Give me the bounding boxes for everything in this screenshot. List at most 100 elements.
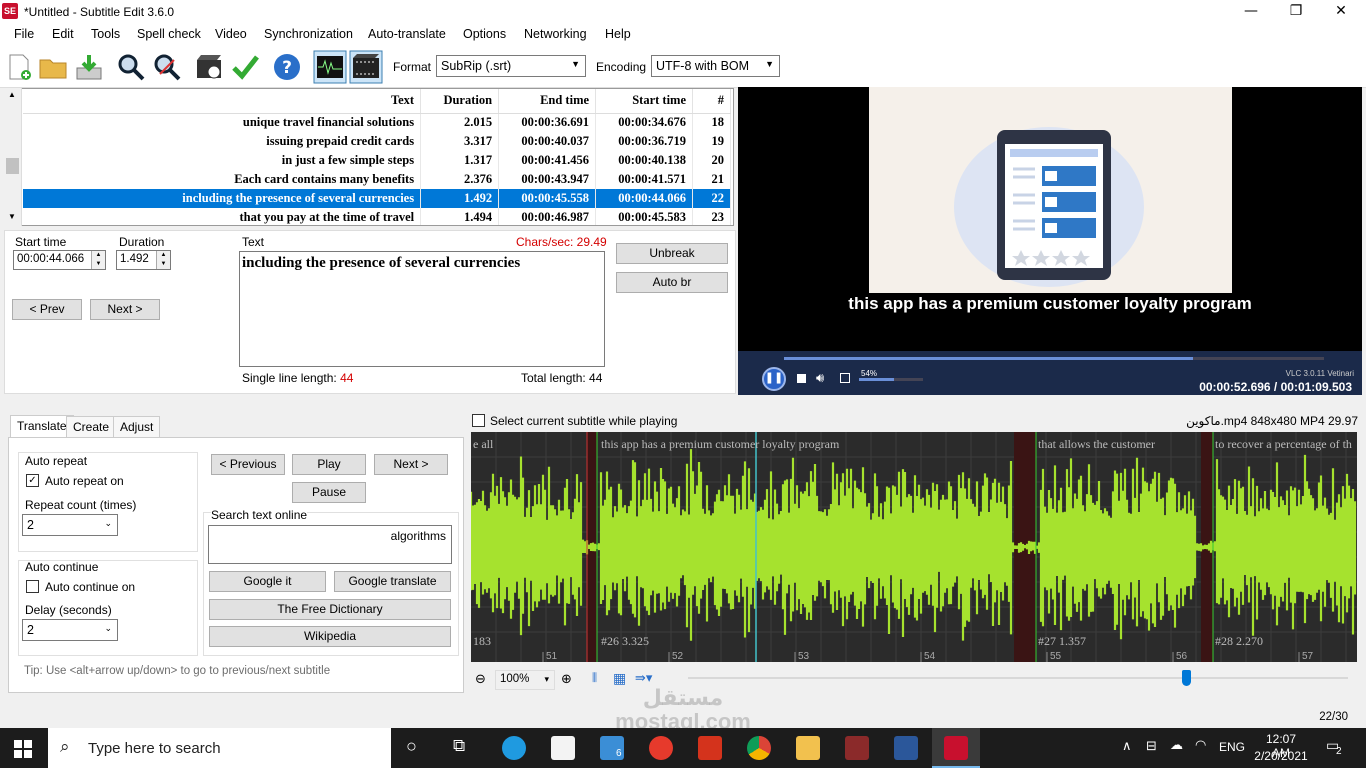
- minimize-button[interactable]: —: [1228, 0, 1274, 24]
- scroll-down-icon[interactable]: ▼: [8, 212, 16, 221]
- auto-continue-checkbox[interactable]: [26, 580, 39, 593]
- menu-file[interactable]: File: [14, 27, 34, 41]
- network-adapter-icon[interactable]: ⊟: [1146, 738, 1157, 754]
- download-icon[interactable]: [74, 52, 104, 82]
- previous-button[interactable]: < Previous: [211, 454, 285, 475]
- cortana-icon[interactable]: ○: [406, 736, 417, 757]
- pause-icon[interactable]: ❚❚: [762, 367, 786, 391]
- volume-icon[interactable]: 🔊︎: [816, 370, 824, 386]
- tab-translate[interactable]: Translate: [10, 415, 74, 438]
- menu-spell-check[interactable]: Spell check: [137, 27, 201, 41]
- onedrive-cloud-icon[interactable]: ☁: [1170, 737, 1183, 753]
- menu-help[interactable]: Help: [605, 27, 631, 41]
- task-view-icon[interactable]: ⧉: [453, 736, 465, 756]
- list-scrollbar[interactable]: ▲ ▼: [4, 88, 22, 226]
- unbreak-button[interactable]: Unbreak: [616, 243, 728, 264]
- tab-adjust[interactable]: Adjust: [113, 416, 161, 438]
- header-number[interactable]: #: [692, 89, 731, 114]
- header-text[interactable]: Text: [23, 89, 422, 114]
- menu-auto-translate[interactable]: Auto-translate: [368, 27, 446, 41]
- format-select[interactable]: SubRip (.srt) ▼: [436, 55, 586, 77]
- auto-repeat-checkbox[interactable]: ✓: [26, 474, 39, 487]
- free-dictionary-button[interactable]: The Free Dictionary: [209, 599, 451, 620]
- menu-synchronization[interactable]: Synchronization: [264, 27, 353, 41]
- winrar-icon[interactable]: [845, 736, 869, 760]
- next-button[interactable]: Next >: [90, 299, 160, 320]
- menu-tools[interactable]: Tools: [91, 27, 120, 41]
- clock-date[interactable]: 2/20/2021: [1252, 749, 1310, 763]
- waveform-panel[interactable]: e all this app has a premium customer lo…: [471, 432, 1357, 662]
- vertical-zoom-icon[interactable]: ⫼: [592, 672, 597, 685]
- visual-sync-icon[interactable]: [194, 52, 224, 82]
- spinner-arrows-icon[interactable]: ▲ ▼: [91, 251, 105, 269]
- header-end-time[interactable]: End time: [498, 89, 597, 114]
- table-row[interactable]: issuing prepaid credit cards 3.317 00:00:4…: [23, 132, 731, 151]
- table-row[interactable]: in just a few simple steps 1.317 00:00:41.…: [23, 151, 731, 170]
- encoding-select[interactable]: UTF-8 with BOM ▼: [651, 55, 780, 77]
- tray-chevron-up-icon[interactable]: ∧: [1122, 738, 1132, 754]
- position-slider[interactable]: [688, 677, 1348, 679]
- grid-view-icon[interactable]: ▦: [613, 670, 626, 687]
- zoom-select[interactable]: 100% ▾: [495, 670, 555, 690]
- language-indicator[interactable]: ENG: [1219, 740, 1245, 754]
- search-text-input[interactable]: algorithms: [208, 525, 452, 564]
- new-file-icon[interactable]: [4, 52, 34, 82]
- replace-icon[interactable]: [152, 52, 182, 82]
- pause-button[interactable]: Pause: [292, 482, 366, 503]
- spell-check-icon[interactable]: [230, 52, 260, 82]
- table-row[interactable]: that you pay at the time of travel 1.494 0…: [23, 208, 731, 225]
- google-translate-button[interactable]: Google translate: [334, 571, 451, 592]
- next-subtitle-button[interactable]: Next >: [374, 454, 448, 475]
- tab-create[interactable]: Create: [66, 416, 117, 438]
- waveform-toggle-icon[interactable]: [313, 50, 347, 84]
- menu-networking[interactable]: Networking: [524, 27, 587, 41]
- repeat-count-select[interactable]: 2 ⌄: [22, 514, 118, 536]
- google-it-button[interactable]: Google it: [209, 571, 326, 592]
- waveform-graph[interactable]: e all this app has a premium customer lo…: [471, 432, 1357, 662]
- mail-icon[interactable]: 6: [600, 736, 624, 760]
- position-slider-thumb[interactable]: [1182, 670, 1191, 686]
- office-icon[interactable]: [698, 736, 722, 760]
- play-button[interactable]: Play: [292, 454, 366, 475]
- spinner-arrows-icon[interactable]: ▲ ▼: [156, 251, 170, 269]
- wifi-icon[interactable]: ◠: [1195, 737, 1206, 753]
- fullscreen-icon[interactable]: [840, 373, 850, 383]
- table-row[interactable]: Each card contains many benefits 2.376 00:…: [23, 170, 731, 189]
- zoom-out-icon[interactable]: ⊖: [475, 671, 486, 687]
- volume-slider[interactable]: [859, 378, 923, 381]
- video-toggle-icon[interactable]: [349, 50, 383, 84]
- start-time-input[interactable]: 00:00:44.066 ▲ ▼: [13, 250, 106, 270]
- header-start-time[interactable]: Start time: [595, 89, 693, 114]
- delay-select[interactable]: 2 ⌄: [22, 619, 118, 641]
- auto-br-button[interactable]: Auto br: [616, 272, 728, 293]
- open-folder-icon[interactable]: [38, 52, 68, 82]
- menu-options[interactable]: Options: [463, 27, 506, 41]
- forward-arrows-icon[interactable]: ⇛▾: [635, 670, 652, 686]
- close-button[interactable]: ✕: [1318, 0, 1364, 24]
- word-icon[interactable]: [894, 736, 918, 760]
- windows-start-icon[interactable]: [14, 740, 32, 758]
- subtitle-edit-taskbar-button[interactable]: [932, 728, 980, 768]
- wikipedia-button[interactable]: Wikipedia: [209, 626, 451, 647]
- duration-input[interactable]: 1.492 ▲ ▼: [116, 250, 171, 270]
- select-current-checkbox[interactable]: [472, 414, 485, 427]
- store-icon[interactable]: [551, 736, 575, 760]
- zoom-in-icon[interactable]: ⊕: [561, 671, 572, 687]
- help-icon[interactable]: ?: [272, 52, 302, 82]
- opera-icon[interactable]: [649, 736, 673, 760]
- prev-button[interactable]: < Prev: [12, 299, 82, 320]
- seek-track[interactable]: [784, 357, 1324, 360]
- subtitle-text-editor[interactable]: including the presence of several curren…: [239, 251, 605, 367]
- table-row[interactable]: unique travel financial solutions 2.015 00…: [23, 113, 731, 132]
- search-icon[interactable]: [116, 52, 146, 82]
- chrome-icon[interactable]: [747, 736, 771, 760]
- menu-edit[interactable]: Edit: [52, 27, 74, 41]
- maximize-button[interactable]: ❐: [1273, 0, 1319, 24]
- header-duration[interactable]: Duration: [420, 89, 500, 114]
- stop-icon[interactable]: [797, 374, 806, 383]
- table-row-selected[interactable]: including the presence of several curren…: [23, 189, 731, 208]
- taskbar-search[interactable]: ⌕ Type here to search: [48, 728, 391, 768]
- scroll-up-icon[interactable]: ▲: [8, 90, 16, 99]
- menu-video[interactable]: Video: [215, 27, 247, 41]
- edge-icon[interactable]: [502, 736, 526, 760]
